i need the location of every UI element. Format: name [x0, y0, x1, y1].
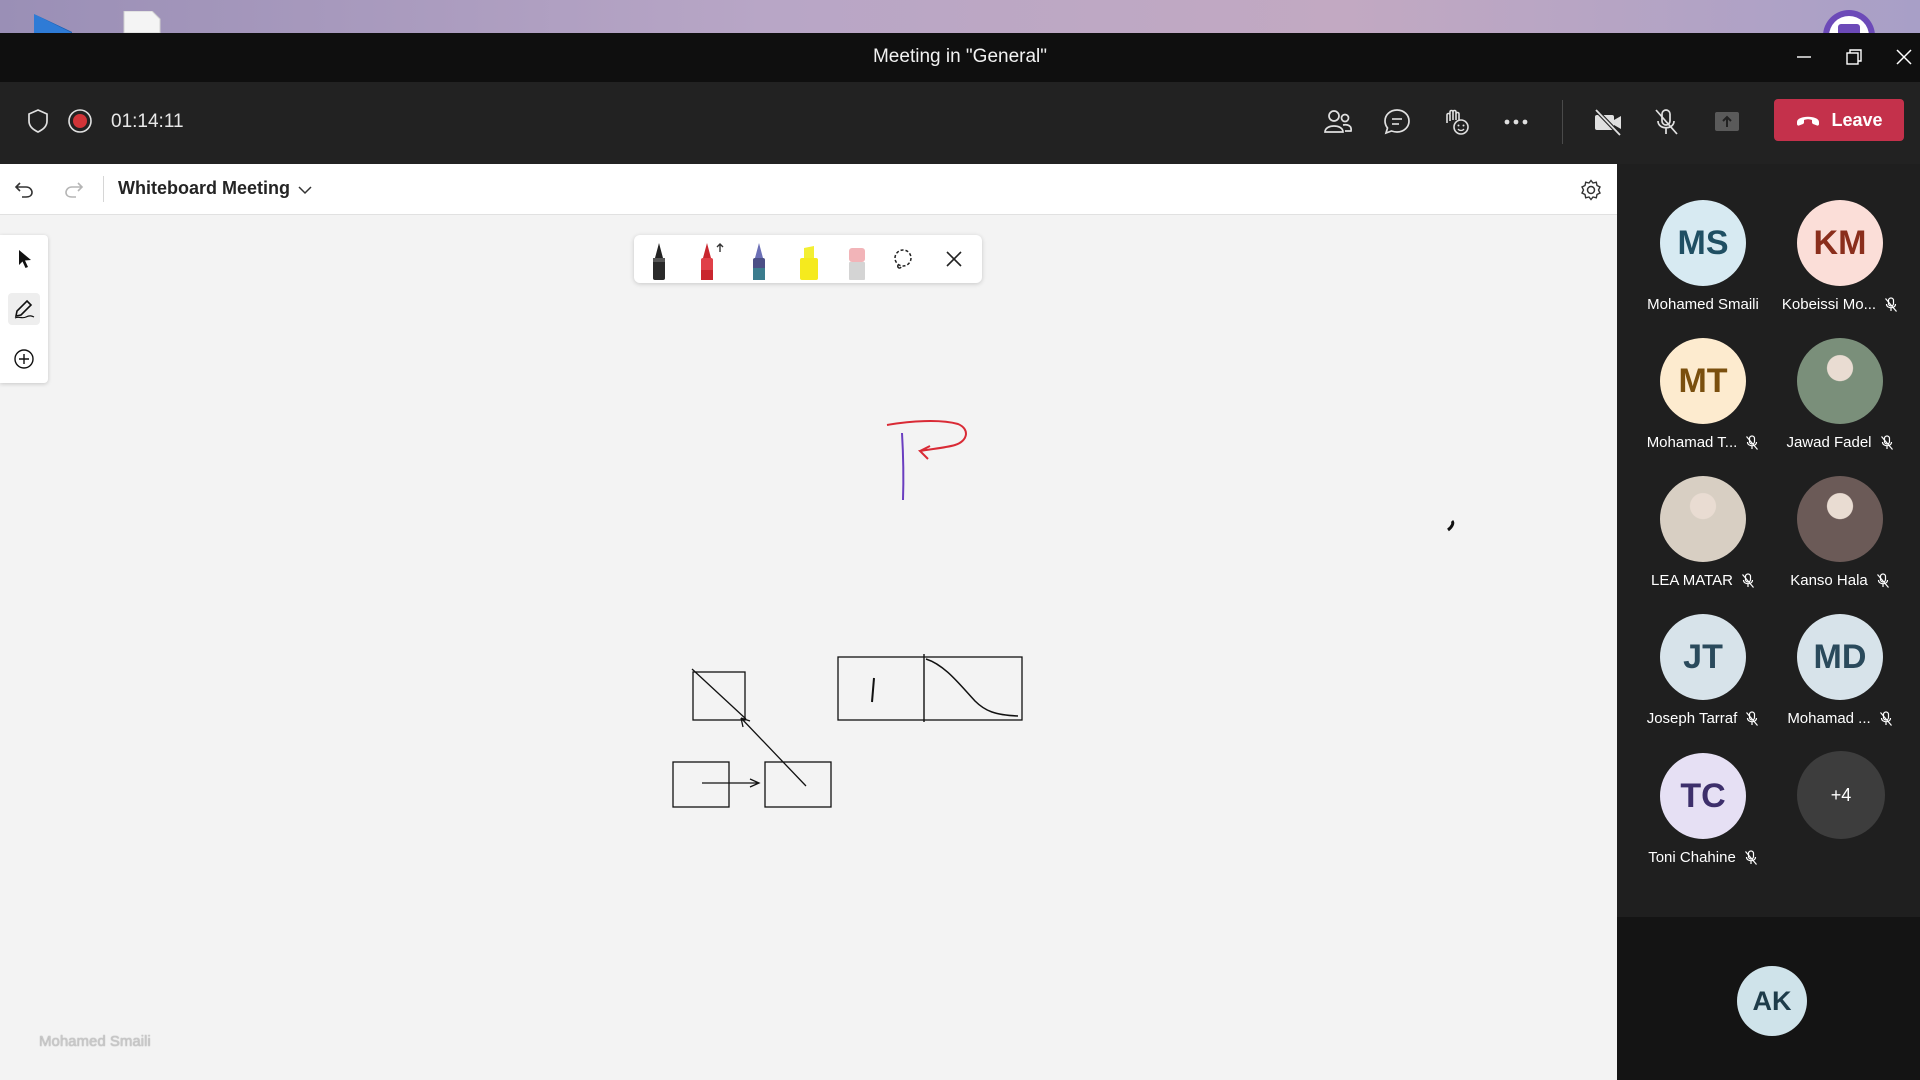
- participant-name-label: Joseph Tarraf: [1646, 710, 1738, 727]
- participant-avatar: TC: [1660, 753, 1746, 839]
- participant-name: Jawad Fadel: [1770, 434, 1910, 451]
- participant-avatar: MT: [1660, 338, 1746, 424]
- whiteboard-canvas[interactable]: [0, 215, 1617, 1080]
- window-titlebar: Meeting in "General": [0, 33, 1920, 82]
- call-controls-bar: 01:14:11 Leave: [0, 82, 1920, 164]
- self-avatar: AK: [1737, 966, 1807, 1036]
- mic-muted-icon: [1745, 434, 1759, 451]
- lasso-icon[interactable]: [891, 247, 915, 271]
- mic-muted-icon: [1880, 434, 1894, 451]
- toolbar-divider: [103, 176, 104, 202]
- participant-name: Toni Chahine: [1633, 849, 1773, 866]
- participant-name-label: Mohamed Smaili: [1647, 296, 1759, 313]
- participant-name-label: Mohamad T...: [1646, 434, 1738, 451]
- mic-muted-icon: [1745, 710, 1759, 727]
- close-tray-icon[interactable]: [944, 249, 964, 269]
- participant-tile[interactable]: TC Toni Chahine: [1633, 753, 1773, 883]
- participant-tile[interactable]: KM Kobeissi Mo...: [1770, 200, 1910, 330]
- camera-off-icon[interactable]: [1592, 107, 1624, 137]
- mic-muted-icon: [1744, 849, 1758, 866]
- close-icon[interactable]: [1892, 45, 1916, 69]
- window-title: Meeting in "General": [872, 46, 1048, 67]
- pointer-icon: [19, 250, 31, 268]
- restore-icon[interactable]: [1842, 45, 1866, 69]
- record-icon: [68, 109, 92, 133]
- share-icon[interactable]: [1712, 109, 1742, 135]
- phone-hangup-icon: [1797, 116, 1820, 126]
- more-participants-button[interactable]: +4: [1797, 751, 1885, 839]
- participant-tile[interactable]: Jawad Fadel: [1770, 338, 1910, 468]
- highlighter-icon[interactable]: [792, 240, 826, 280]
- plus-circle-icon: [14, 349, 34, 369]
- presenter-watermark: Mohamed Smaili: [39, 1033, 151, 1050]
- reactions-icon[interactable]: [1441, 107, 1471, 137]
- participant-name: Kanso Hala: [1770, 572, 1910, 589]
- meeting-timer: 01:14:11: [111, 111, 184, 132]
- participant-tile[interactable]: MS Mohamed Smaili: [1633, 200, 1773, 330]
- settings-gear-icon[interactable]: [1579, 178, 1603, 202]
- participant-avatar: KM: [1797, 200, 1883, 286]
- more-icon[interactable]: [1501, 112, 1531, 132]
- participant-name: LEA MATAR: [1633, 572, 1773, 589]
- participant-name-label: Mohamad ...: [1787, 710, 1871, 727]
- red-pen-icon[interactable]: [692, 240, 732, 280]
- participant-name-label: Kobeissi Mo...: [1781, 296, 1877, 313]
- participant-name: Mohamad T...: [1633, 434, 1773, 451]
- participant-name-label: Jawad Fadel: [1786, 434, 1872, 451]
- whiteboard-title[interactable]: Whiteboard Meeting: [118, 178, 290, 199]
- participant-avatar: MD: [1797, 614, 1883, 700]
- whiteboard-tool-panel: [0, 235, 48, 383]
- desktop-folder-icon[interactable]: [34, 10, 74, 33]
- leave-button[interactable]: Leave: [1774, 99, 1904, 141]
- participant-name: Mohamed Smaili: [1633, 296, 1773, 313]
- mic-muted-icon: [1876, 572, 1890, 589]
- people-icon[interactable]: [1323, 107, 1353, 137]
- eraser-icon[interactable]: [842, 240, 872, 280]
- mic-muted-icon: [1884, 296, 1898, 313]
- pen-tray: [634, 235, 982, 283]
- select-tool-button[interactable]: [8, 243, 40, 275]
- add-tool-button[interactable]: [8, 343, 40, 375]
- leave-label: Leave: [1831, 109, 1883, 130]
- participant-tile[interactable]: MT Mohamad T...: [1633, 338, 1773, 468]
- participant-tile[interactable]: JT Joseph Tarraf: [1633, 614, 1773, 744]
- undo-icon[interactable]: [13, 178, 35, 200]
- whiteboard-toolbar: Whiteboard Meeting: [0, 164, 1617, 215]
- desktop-file-icon[interactable]: [122, 11, 162, 33]
- galaxy-pen-icon[interactable]: [744, 240, 774, 280]
- toolbar-divider: [1562, 100, 1563, 144]
- black-pen-icon[interactable]: [644, 240, 674, 280]
- mic-muted-icon: [1879, 710, 1893, 727]
- shield-icon[interactable]: [26, 108, 50, 134]
- desktop-wallpaper: [0, 0, 1920, 33]
- participant-tile[interactable]: Kanso Hala: [1770, 476, 1910, 606]
- participant-name-label: Toni Chahine: [1648, 849, 1736, 866]
- participant-name-label: Kanso Hala: [1790, 572, 1868, 589]
- chat-icon[interactable]: [1382, 107, 1412, 137]
- participant-name: Joseph Tarraf: [1633, 710, 1773, 727]
- mic-muted-icon: [1741, 572, 1755, 589]
- participant-tile[interactable]: MD Mohamad ...: [1770, 614, 1910, 744]
- whiteboard-drawing: [672, 420, 1455, 808]
- redo-icon[interactable]: [63, 178, 85, 200]
- participant-photo: [1660, 476, 1746, 562]
- mic-off-icon[interactable]: [1651, 106, 1681, 138]
- minimize-icon[interactable]: [1792, 45, 1816, 69]
- participant-photo: [1797, 338, 1883, 424]
- participant-photo: [1797, 476, 1883, 562]
- participant-avatar: MS: [1660, 200, 1746, 286]
- participant-name: Kobeissi Mo...: [1770, 296, 1910, 313]
- participant-tile[interactable]: LEA MATAR: [1633, 476, 1773, 606]
- participant-avatar: JT: [1660, 614, 1746, 700]
- participant-name: Mohamad ...: [1770, 710, 1910, 727]
- chevron-down-icon[interactable]: [297, 182, 313, 198]
- participant-name-label: LEA MATAR: [1651, 572, 1733, 589]
- pen-icon: [14, 299, 35, 319]
- pen-tool-button[interactable]: [8, 293, 40, 325]
